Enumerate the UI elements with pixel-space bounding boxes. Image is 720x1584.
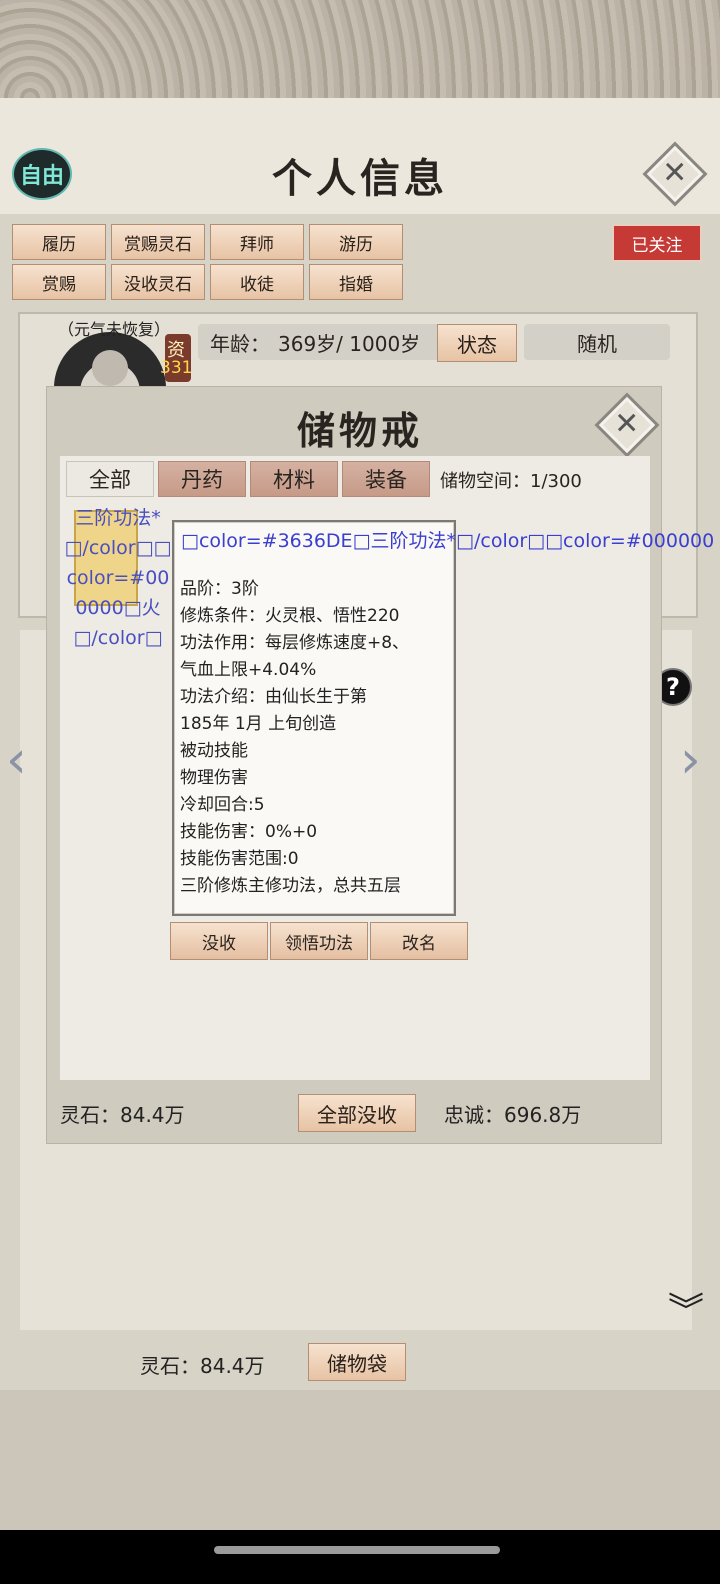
rename-button[interactable]: 改名 bbox=[370, 922, 468, 960]
travel-button[interactable]: 游历 bbox=[309, 224, 403, 260]
tooltip-line: 三阶修炼主修功法，总共五层 bbox=[180, 876, 401, 896]
tab-all[interactable]: 全部 bbox=[66, 461, 154, 497]
page-title: 个人信息 bbox=[272, 155, 448, 202]
storage-bag-button[interactable]: 储物袋 bbox=[308, 1343, 406, 1381]
tooltip-line: 功法作用：每层修炼速度+8、 bbox=[180, 633, 410, 653]
top-decoration bbox=[0, 0, 720, 98]
tooltip-line: 气血上限+4.04% bbox=[180, 660, 317, 680]
comprehend-technique-button[interactable]: 领悟功法 bbox=[270, 922, 368, 960]
tooltip-line: 技能伤害：0%+0 bbox=[180, 822, 318, 842]
tooltip-line: 被动技能 bbox=[180, 741, 248, 761]
close-icon: ✕ bbox=[662, 155, 688, 191]
age-label: 年龄： bbox=[210, 331, 270, 356]
tab-pills[interactable]: 丹药 bbox=[158, 461, 246, 497]
scroll-down-icon[interactable]: ︾ bbox=[668, 1282, 704, 1334]
home-indicator[interactable] bbox=[214, 1546, 500, 1554]
tooltip-line: 技能伤害范围:0 bbox=[180, 849, 299, 869]
random-label: 随机 bbox=[524, 324, 670, 360]
tooltip-line: 功法介绍：由仙长生于第 bbox=[180, 687, 367, 707]
close-icon: ✕ bbox=[614, 406, 640, 442]
confiscate-stone-button[interactable]: 没收灵石 bbox=[111, 264, 205, 300]
confiscate-button[interactable]: 没收 bbox=[170, 922, 268, 960]
tooltip-line: 品阶：3阶 bbox=[180, 579, 259, 599]
arrange-marriage-button[interactable]: 指婚 bbox=[309, 264, 403, 300]
reward-stone-button[interactable]: 赏赐灵石 bbox=[111, 224, 205, 260]
tooltip-line: 冷却回合:5 bbox=[180, 795, 265, 815]
tab-materials[interactable]: 材料 bbox=[250, 461, 338, 497]
age-value: 369岁/ 1000岁 bbox=[278, 331, 421, 356]
history-button[interactable]: 履历 bbox=[12, 224, 106, 260]
confiscate-all-button[interactable]: 全部没收 bbox=[298, 1094, 416, 1132]
tooltip-line: 185年 1月 上旬创造 bbox=[180, 714, 337, 734]
storage-capacity: 储物空间：1/300 bbox=[440, 471, 582, 492]
tooltip-line: 物理伤害 bbox=[180, 768, 248, 788]
left-arrow-icon[interactable]: ‹ bbox=[6, 730, 27, 790]
followed-badge[interactable]: 已关注 bbox=[612, 224, 702, 262]
state-button[interactable]: 状态 bbox=[437, 324, 517, 362]
loyalty-value: 忠诚：696.8万 bbox=[444, 1103, 582, 1127]
take-disciple-button[interactable]: 收徒 bbox=[210, 264, 304, 300]
tooltip-title: □color=#3636DE□三阶功法*□/color□□color=#0000… bbox=[181, 530, 715, 552]
footer-spirit-stone: 灵石：84.4万 bbox=[140, 1354, 265, 1378]
tab-equipment[interactable]: 装备 bbox=[342, 461, 430, 497]
bottom-area bbox=[0, 1390, 720, 1530]
status-note: （元气未恢复） bbox=[58, 320, 171, 339]
reward-button[interactable]: 赏赐 bbox=[12, 264, 106, 300]
system-nav-bar bbox=[0, 1530, 720, 1584]
tooltip-line: 修炼条件：火灵根、悟性220 bbox=[180, 606, 400, 626]
talent-value: 331 bbox=[160, 358, 193, 378]
item-name[interactable]: 三阶功法*□/color□□color=#000000□火□/color□ bbox=[64, 503, 172, 653]
storage-spirit-stone: 灵石：84.4万 bbox=[60, 1103, 185, 1127]
right-arrow-icon[interactable]: › bbox=[680, 730, 701, 790]
apprentice-master-button[interactable]: 拜师 bbox=[210, 224, 304, 260]
